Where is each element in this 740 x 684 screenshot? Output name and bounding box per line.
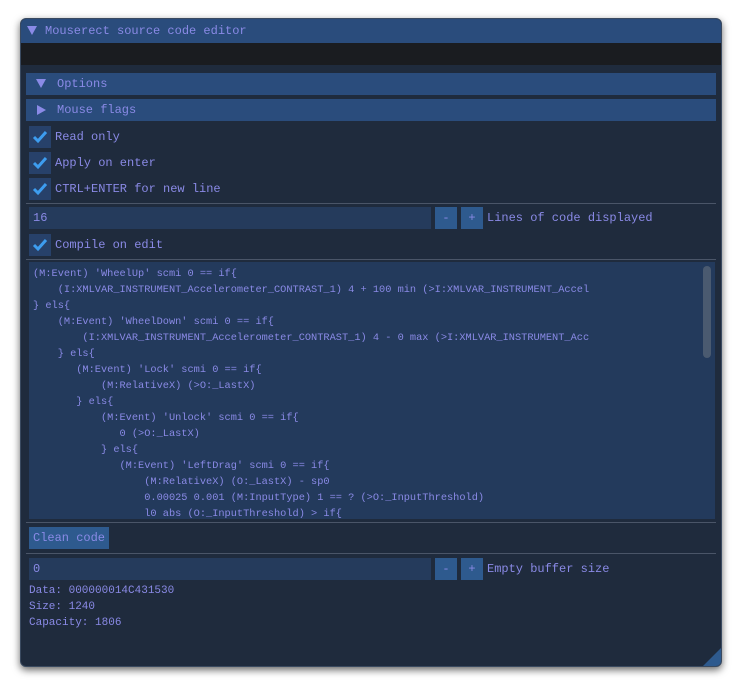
code-line: (M:Event) 'WheelUp' scmi 0 == if{ xyxy=(33,268,237,280)
code-line: (M:RelativeX) (O:_LastX) - sp0 xyxy=(33,476,330,488)
check-icon xyxy=(32,183,48,196)
empty-buffer-label: Empty buffer size xyxy=(487,562,610,576)
scrollbar-thumb[interactable] xyxy=(703,266,711,358)
compile-on-edit-checkbox[interactable] xyxy=(29,234,51,256)
code-line: } els{ xyxy=(33,300,71,312)
check-icon xyxy=(32,239,48,252)
increment-buffer-button[interactable]: + xyxy=(461,558,483,580)
apply-on-enter-label: Apply on enter xyxy=(55,156,156,170)
code-line: (M:RelativeX) (>O:_LastX) xyxy=(33,380,256,392)
separator xyxy=(26,553,716,554)
mouse-flags-header-label: Mouse flags xyxy=(57,103,137,117)
check-icon xyxy=(32,157,48,170)
read-only-label: Read only xyxy=(55,130,120,144)
code-line: (M:Event) 'Unlock' scmi 0 == if{ xyxy=(33,412,299,424)
scrollbar[interactable] xyxy=(703,266,711,515)
code-line: l0 abs (O:_InputThreshold) > if{ xyxy=(33,508,342,519)
separator xyxy=(26,203,716,204)
empty-buffer-value: 0 xyxy=(33,562,41,576)
code-line: (I:XMLVAR_INSTRUMENT_Accelerometer_CONTR… xyxy=(33,332,590,344)
code-line: } els{ xyxy=(33,348,95,360)
code-line: 0 (>O:_LastX) xyxy=(33,428,200,440)
code-editor[interactable]: (M:Event) 'WheelUp' scmi 0 == if{ (I:XML… xyxy=(29,262,715,519)
chevron-down-icon xyxy=(36,79,46,88)
lines-displayed-value: 16 xyxy=(33,211,48,225)
source-code-editor-window: Mouserect source code editor Options Mou… xyxy=(20,18,722,667)
code-line: } els{ xyxy=(33,444,139,456)
separator xyxy=(26,259,716,260)
decrement-lines-button[interactable]: - xyxy=(435,207,457,229)
increment-lines-button[interactable]: + xyxy=(461,207,483,229)
options-header[interactable]: Options xyxy=(26,73,716,95)
code-line: 0.00025 0.001 (M:InputType) 1 == ? (>O:_… xyxy=(33,492,485,504)
collapse-icon[interactable] xyxy=(27,26,37,35)
code-line: } els{ xyxy=(33,396,114,408)
resize-grip[interactable] xyxy=(703,648,721,666)
code-line: (M:Event) 'LeftDrag' scmi 0 == if{ xyxy=(33,460,330,472)
buffer-size: Size: 1240 xyxy=(29,601,96,613)
lines-displayed-input[interactable]: 16 xyxy=(29,207,431,229)
data-address: Data: 000000014C431530 xyxy=(29,585,175,597)
code-line: (M:Event) 'Lock' scmi 0 == if{ xyxy=(33,364,262,376)
code-line: (M:Event) 'WheelDown' scmi 0 == if{ xyxy=(33,316,274,328)
title-bar[interactable]: Mouserect source code editor xyxy=(21,19,721,43)
check-icon xyxy=(32,131,48,144)
read-only-checkbox[interactable] xyxy=(29,126,51,148)
code-line: (I:XMLVAR_INSTRUMENT_Accelerometer_CONTR… xyxy=(33,284,590,296)
menu-bar xyxy=(21,43,721,65)
window-title: Mouserect source code editor xyxy=(45,24,247,38)
mouse-flags-header[interactable]: Mouse flags xyxy=(26,99,716,121)
clean-code-label: Clean code xyxy=(33,531,106,545)
compile-on-edit-label: Compile on edit xyxy=(55,238,164,252)
ctrl-enter-label: CTRL+ENTER for new line xyxy=(55,182,221,196)
separator xyxy=(26,522,716,523)
lines-displayed-label: Lines of code displayed xyxy=(487,211,653,225)
chevron-right-icon xyxy=(37,105,46,115)
options-header-label: Options xyxy=(57,77,108,91)
empty-buffer-input[interactable]: 0 xyxy=(29,558,431,580)
apply-on-enter-checkbox[interactable] xyxy=(29,152,51,174)
clean-code-button[interactable]: Clean code xyxy=(29,527,109,549)
ctrl-enter-checkbox[interactable] xyxy=(29,178,51,200)
decrement-buffer-button[interactable]: - xyxy=(435,558,457,580)
buffer-capacity: Capacity: 1806 xyxy=(29,617,122,629)
